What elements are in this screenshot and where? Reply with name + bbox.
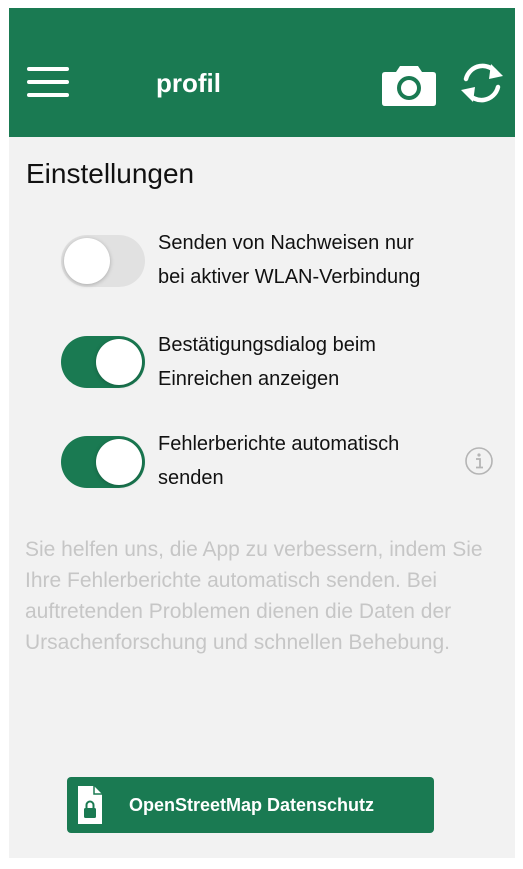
toggle-knob [96,339,142,385]
openstreetmap-privacy-button[interactable]: OpenStreetMap Datenschutz [67,777,434,833]
error-reports-toggle[interactable] [61,436,145,488]
toggle-knob [96,439,142,485]
info-icon[interactable] [464,446,494,476]
privacy-button-label: OpenStreetMap Datenschutz [129,795,375,815]
error-reports-label: Fehlerberichte automatisch senden [158,433,400,489]
profile-screen: profil Einstellungen Senden von Nachweis… [9,8,515,858]
wifi-only-toggle[interactable] [61,235,145,287]
toggle-knob [64,238,110,284]
app-frame: profil Einstellungen Senden von Nachweis… [0,0,523,869]
settings-heading: Einstellungen [26,158,195,189]
hamburger-menu-icon[interactable] [27,65,71,101]
confirmation-dialog-label: Bestätigungsdialog beim Einreichen anzei… [158,334,376,390]
wifi-only-label: Senden von Nachweisen nur bei aktiver WL… [158,232,421,288]
page-title: profil [156,68,221,98]
top-app-bar: profil [9,8,515,137]
sync-icon[interactable] [457,58,507,108]
error-reports-info-text: Sie helfen uns, die App zu verbessern, i… [25,538,483,654]
document-lock-icon [77,785,103,825]
confirmation-dialog-toggle[interactable] [61,336,145,388]
camera-icon[interactable] [381,62,437,106]
